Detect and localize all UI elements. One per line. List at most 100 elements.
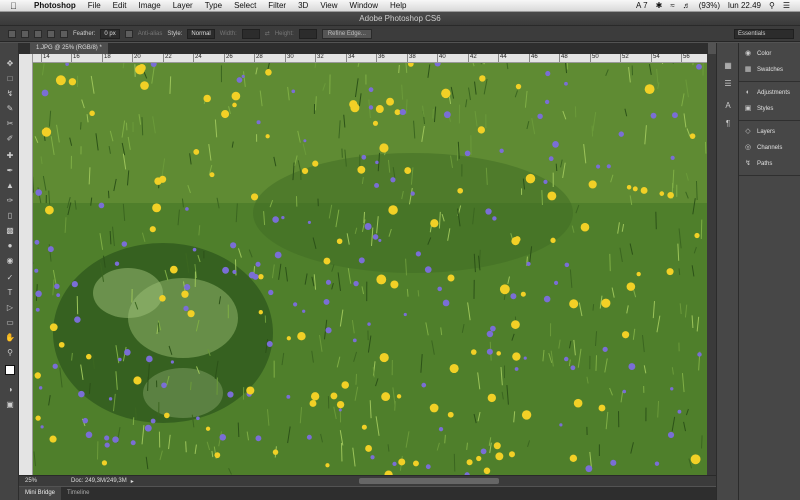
violet-flower bbox=[219, 434, 227, 441]
menu-window[interactable]: Window bbox=[344, 1, 384, 10]
menu-select[interactable]: Select bbox=[228, 1, 262, 10]
new-selection-icon[interactable] bbox=[21, 29, 29, 38]
zoom-level[interactable]: 25% bbox=[19, 478, 41, 484]
crop-tool-icon[interactable]: ✂ bbox=[5, 119, 15, 129]
eraser-tool-icon[interactable]: ▯ bbox=[5, 211, 15, 221]
refine-edge-button[interactable]: Refine Edge... bbox=[321, 28, 372, 39]
dandelion bbox=[250, 193, 259, 201]
panel-paths[interactable]: ↯ Paths bbox=[739, 156, 800, 172]
quick-select-tool-icon[interactable]: ✎ bbox=[5, 104, 15, 114]
battery-status[interactable]: (93%) bbox=[699, 1, 720, 10]
quick-mask-icon[interactable]: ◑ bbox=[5, 385, 15, 395]
menu-file[interactable]: File bbox=[82, 1, 107, 10]
violet-flower bbox=[52, 363, 58, 369]
menu-image[interactable]: Image bbox=[132, 1, 166, 10]
horizontal-scrollbar[interactable] bbox=[359, 478, 499, 484]
antialias-checkbox[interactable] bbox=[124, 29, 133, 38]
subtract-selection-icon[interactable] bbox=[47, 29, 55, 38]
apple-icon[interactable]:  bbox=[10, 1, 20, 11]
add-selection-icon[interactable] bbox=[34, 29, 42, 38]
horizontal-ruler[interactable]: 14 16 18 20 22 24 26 28 30 32 34 36 38 4… bbox=[33, 54, 707, 63]
status-menu-arrow-icon[interactable]: ▸ bbox=[131, 478, 134, 485]
search-icon[interactable]: ⚲ bbox=[769, 1, 775, 10]
menu-layer[interactable]: Layer bbox=[167, 1, 199, 10]
clock[interactable]: lun 22.49 bbox=[728, 1, 761, 10]
swap-icon[interactable]: ⇄ bbox=[265, 30, 270, 37]
menu-help[interactable]: Help bbox=[384, 1, 412, 10]
menu-view[interactable]: View bbox=[314, 1, 343, 10]
document-tab-bar: 1.JPG @ 25% (RGB/8) * bbox=[18, 43, 708, 54]
pen-tool-icon[interactable]: ✓ bbox=[5, 273, 15, 283]
grass-blade bbox=[237, 422, 240, 437]
height-input[interactable] bbox=[298, 28, 317, 39]
panel-color[interactable]: ◉ Color bbox=[739, 46, 800, 62]
eyedropper-tool-icon[interactable]: ✐ bbox=[5, 134, 15, 144]
workspace-select[interactable]: Essentials bbox=[734, 28, 794, 39]
move-tool-icon[interactable]: ✥ bbox=[5, 59, 15, 69]
menu-edit[interactable]: Edit bbox=[107, 1, 133, 10]
layers-panel-icon: ◇ bbox=[745, 128, 751, 135]
ruler-tick: 44 bbox=[498, 54, 507, 62]
panel-channels[interactable]: ◎ Channels bbox=[739, 140, 800, 156]
foreground-color-swatch[interactable] bbox=[5, 365, 15, 375]
paragraph-panel-icon[interactable]: ¶ bbox=[723, 119, 733, 129]
menu-3d[interactable]: 3D bbox=[292, 1, 314, 10]
dandelion bbox=[508, 451, 515, 458]
panel-swatches[interactable]: ▦ Swatches bbox=[739, 62, 800, 78]
character-panel-icon[interactable]: A bbox=[723, 101, 733, 111]
vertical-ruler[interactable] bbox=[19, 54, 33, 475]
marquee-preset-icon[interactable] bbox=[8, 29, 16, 38]
path-selection-tool-icon[interactable]: ▷ bbox=[5, 303, 15, 313]
document-canvas[interactable] bbox=[33, 63, 707, 475]
list-icon[interactable]: ☰ bbox=[783, 1, 790, 10]
history-panel-icon[interactable]: ▦ bbox=[723, 61, 733, 71]
tab-timeline[interactable]: Timeline bbox=[61, 487, 95, 500]
zoom-tool-icon[interactable]: ⚲ bbox=[5, 348, 15, 358]
wifi-icon[interactable]: ≈ bbox=[670, 1, 674, 10]
dandelion bbox=[580, 222, 590, 232]
violet-flower bbox=[392, 461, 397, 467]
dandelion bbox=[140, 81, 149, 90]
document-info[interactable]: Doc: 249,3M/249,3M bbox=[71, 478, 127, 484]
feather-input[interactable]: 0 px bbox=[100, 28, 120, 39]
hand-tool-icon[interactable]: ✋ bbox=[5, 333, 15, 343]
panel-styles[interactable]: ▣ Styles bbox=[739, 101, 800, 117]
panel-adjustments[interactable]: ◐ Adjustments bbox=[739, 85, 800, 101]
dandelion bbox=[659, 191, 665, 196]
width-input[interactable] bbox=[241, 28, 260, 39]
panel-layers[interactable]: ◇ Layers bbox=[739, 124, 800, 140]
menu-type[interactable]: Type bbox=[199, 1, 228, 10]
shape-tool-icon[interactable]: ▭ bbox=[5, 318, 15, 328]
style-select[interactable]: Normal bbox=[187, 28, 215, 39]
dodge-tool-icon[interactable]: ◉ bbox=[5, 256, 15, 266]
type-tool-icon[interactable]: T bbox=[5, 288, 15, 298]
menu-app-name[interactable]: Photoshop bbox=[28, 1, 82, 10]
brush-tool-icon[interactable]: ✒ bbox=[5, 166, 15, 176]
color-panel-icon: ◉ bbox=[744, 50, 752, 57]
tab-mini-bridge[interactable]: Mini Bridge bbox=[19, 487, 62, 500]
dandelion bbox=[447, 411, 454, 418]
dandelion bbox=[309, 399, 317, 407]
gradient-tool-icon[interactable]: ▩ bbox=[5, 226, 15, 236]
menu-filter[interactable]: Filter bbox=[262, 1, 292, 10]
adobe-status-icon[interactable]: A 7 bbox=[636, 1, 648, 10]
lasso-tool-icon[interactable]: ↯ bbox=[5, 89, 15, 99]
vertical-scrollbar[interactable] bbox=[707, 54, 716, 475]
bluetooth-icon[interactable]: ✱ bbox=[656, 1, 663, 10]
screen-mode-icon[interactable]: ▣ bbox=[5, 400, 15, 410]
intersect-selection-icon[interactable] bbox=[60, 29, 68, 38]
history-brush-tool-icon[interactable]: ✑ bbox=[5, 196, 15, 206]
marquee-tool-icon[interactable]: □ bbox=[5, 74, 15, 84]
blur-tool-icon[interactable]: ● bbox=[5, 241, 15, 251]
document-tab[interactable]: 1.JPG @ 25% (RGB/8) * bbox=[30, 43, 108, 54]
dandelion bbox=[512, 352, 521, 361]
properties-panel-icon[interactable]: ☰ bbox=[723, 79, 733, 89]
dandelion bbox=[372, 120, 379, 126]
dandelion bbox=[388, 205, 398, 215]
healing-brush-tool-icon[interactable]: ✚ bbox=[5, 151, 15, 161]
volume-icon[interactable]: ♬ bbox=[683, 1, 691, 10]
tools-panel: ✥ □ ↯ ✎ ✂ ✐ ✚ ✒ ▲ ✑ ▯ ▩ ● ◉ ✓ T ▷ ▭ ✋ ⚲ … bbox=[0, 43, 19, 500]
grass-blade bbox=[253, 266, 256, 274]
clone-stamp-tool-icon[interactable]: ▲ bbox=[5, 181, 15, 191]
violet-flower bbox=[564, 81, 568, 86]
